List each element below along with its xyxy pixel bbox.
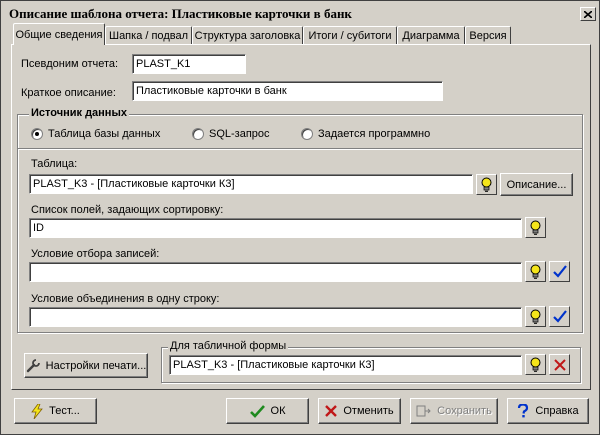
lightbulb-icon <box>481 177 492 192</box>
lightbulb-icon <box>530 264 541 279</box>
red-x-icon <box>553 358 566 371</box>
lightbulb-icon <box>530 220 541 235</box>
data-source-title: Источник данных <box>29 107 129 119</box>
wrench-icon <box>26 358 40 372</box>
description-label: Краткое описание: <box>21 87 116 99</box>
lightbulb-icon <box>530 357 541 372</box>
test-button[interactable]: Тест... <box>14 398 97 424</box>
checkmark-icon <box>552 310 567 323</box>
radio-db-table-label[interactable]: Таблица базы данных <box>48 128 160 140</box>
merge-check-button[interactable] <box>549 306 570 327</box>
checkmark-icon <box>249 404 265 418</box>
table-form-clear-button[interactable] <box>549 354 570 375</box>
table-label: Таблица: <box>31 158 78 170</box>
tab-version[interactable]: Версия <box>465 26 511 44</box>
question-icon <box>518 404 529 418</box>
title-bar: Описание шаблона отчета: Пластиковые кар… <box>3 3 599 22</box>
radio-programmatic[interactable] <box>301 128 313 140</box>
description-button[interactable]: Описание... <box>500 173 573 196</box>
lightbulb-icon <box>530 309 541 324</box>
report-template-dialog: Описание шаблона отчета: Пластиковые кар… <box>0 0 600 435</box>
tab-diagram[interactable]: Диаграмма <box>397 26 465 44</box>
tab-title-structure[interactable]: Структура заголовка <box>192 26 303 44</box>
merge-lookup-button[interactable] <box>525 306 546 327</box>
radio-sql-query-label[interactable]: SQL-запрос <box>209 128 270 140</box>
tab-totals[interactable]: Итоги / субитоги <box>303 26 397 44</box>
cancel-x-icon <box>325 405 338 417</box>
save-button[interactable]: Сохранить <box>410 398 498 424</box>
lightning-icon <box>31 403 43 419</box>
sort-lookup-button[interactable] <box>525 217 546 238</box>
tab-general[interactable]: Общие сведения <box>13 23 105 45</box>
table-form-lookup-button[interactable] <box>525 354 546 375</box>
close-button[interactable] <box>580 7 596 21</box>
filter-label: Условие отбора записей: <box>31 248 160 260</box>
radio-programmatic-label[interactable]: Задается программно <box>318 128 430 140</box>
table-form-title: Для табличной формы <box>168 340 289 352</box>
cancel-button[interactable]: Отменить <box>318 398 401 424</box>
table-input[interactable]: PLAST_K3 - [Пластиковые карточки К3] <box>29 174 473 194</box>
ok-button[interactable]: ОК <box>226 398 309 424</box>
sort-label: Список полей, задающих сортировку: <box>31 204 224 216</box>
radio-sql-query[interactable] <box>192 128 204 140</box>
radio-db-table[interactable] <box>31 128 43 140</box>
table-form-input[interactable]: PLAST_K3 - [Пластиковые карточки К3] <box>169 355 522 375</box>
help-button[interactable]: Справка <box>507 398 589 424</box>
sort-input[interactable]: ID <box>29 218 522 238</box>
merge-input[interactable] <box>29 307 522 327</box>
merge-label: Условие объединения в одну строку: <box>31 293 220 305</box>
alias-input[interactable]: PLAST_K1 <box>132 54 246 74</box>
filter-input[interactable] <box>29 262 522 282</box>
filter-check-button[interactable] <box>549 261 570 282</box>
window-title: Описание шаблона отчета: Пластиковые кар… <box>9 6 352 21</box>
tab-header-footer[interactable]: Шапка / подвал <box>105 26 192 44</box>
checkmark-icon <box>552 265 567 278</box>
save-icon <box>416 405 431 417</box>
close-icon <box>584 10 592 18</box>
separator <box>18 149 582 150</box>
table-lookup-button[interactable] <box>476 174 497 195</box>
alias-label: Псевдоним отчета: <box>21 58 119 70</box>
filter-lookup-button[interactable] <box>525 261 546 282</box>
print-settings-button[interactable]: Настройки печати... <box>24 353 148 378</box>
description-input[interactable]: Пластиковые карточки в банк <box>132 81 443 101</box>
